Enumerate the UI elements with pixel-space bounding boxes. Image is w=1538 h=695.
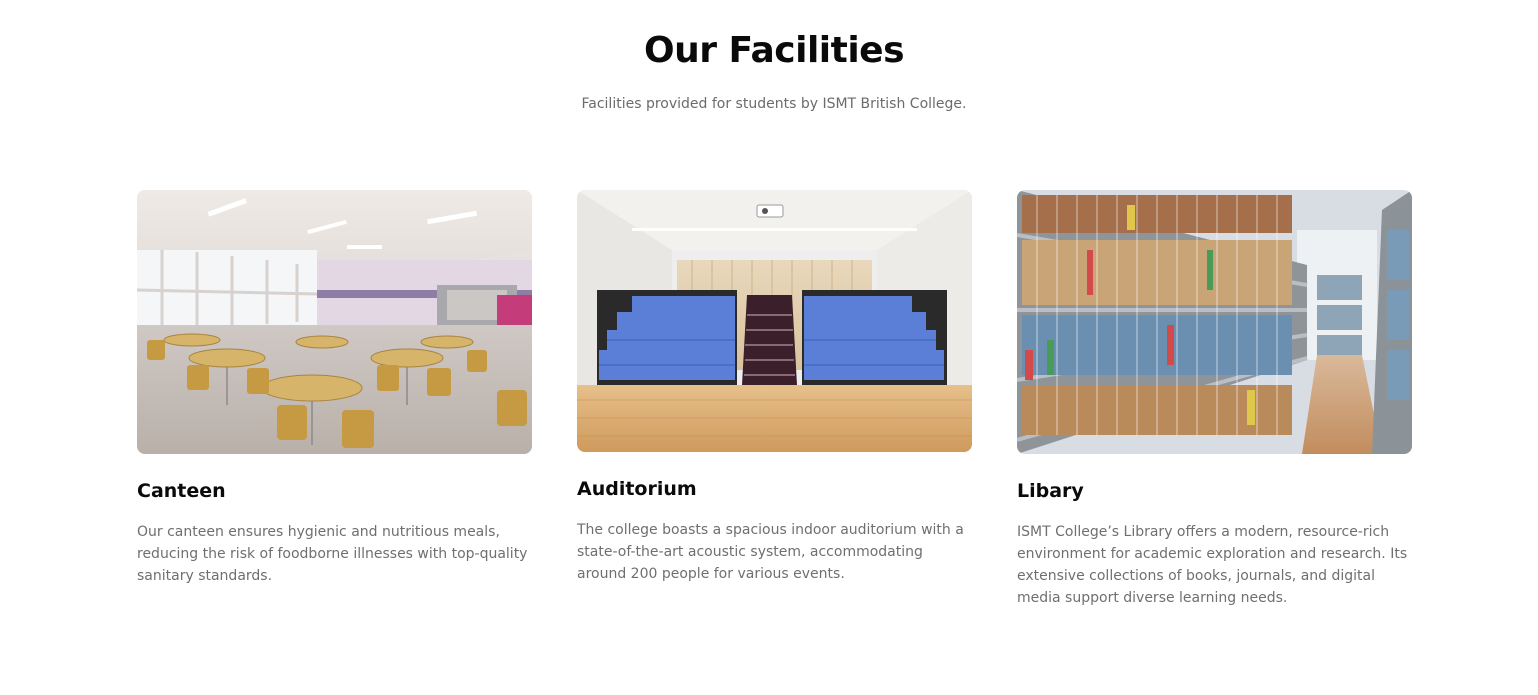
facility-description-library: ISMT College’s Library offers a modern, … (1017, 524, 1408, 606)
facility-card-library: Libary ISMT College’s Library offers a m… (1017, 190, 1412, 610)
facility-title-library: Libary (1017, 480, 1084, 502)
facility-card-canteen: Canteen Our canteen ensures hygienic and… (137, 190, 532, 590)
section-subtitle: Facilities provided for students by ISMT… (581, 96, 967, 112)
facility-card-auditorium: Auditorium The college boasts a spacious… (577, 190, 972, 590)
facility-title-auditorium: Auditorium (577, 478, 697, 500)
auditorium-photo (577, 190, 972, 452)
facility-description-canteen: Our canteen ensures hygienic and nutriti… (137, 524, 528, 584)
facility-description-auditorium: The college boasts a spacious indoor aud… (577, 522, 964, 582)
facility-title-canteen: Canteen (137, 480, 226, 502)
canteen-photo (137, 190, 532, 454)
section-title: Our Facilities (643, 30, 905, 71)
library-photo (1017, 190, 1412, 454)
